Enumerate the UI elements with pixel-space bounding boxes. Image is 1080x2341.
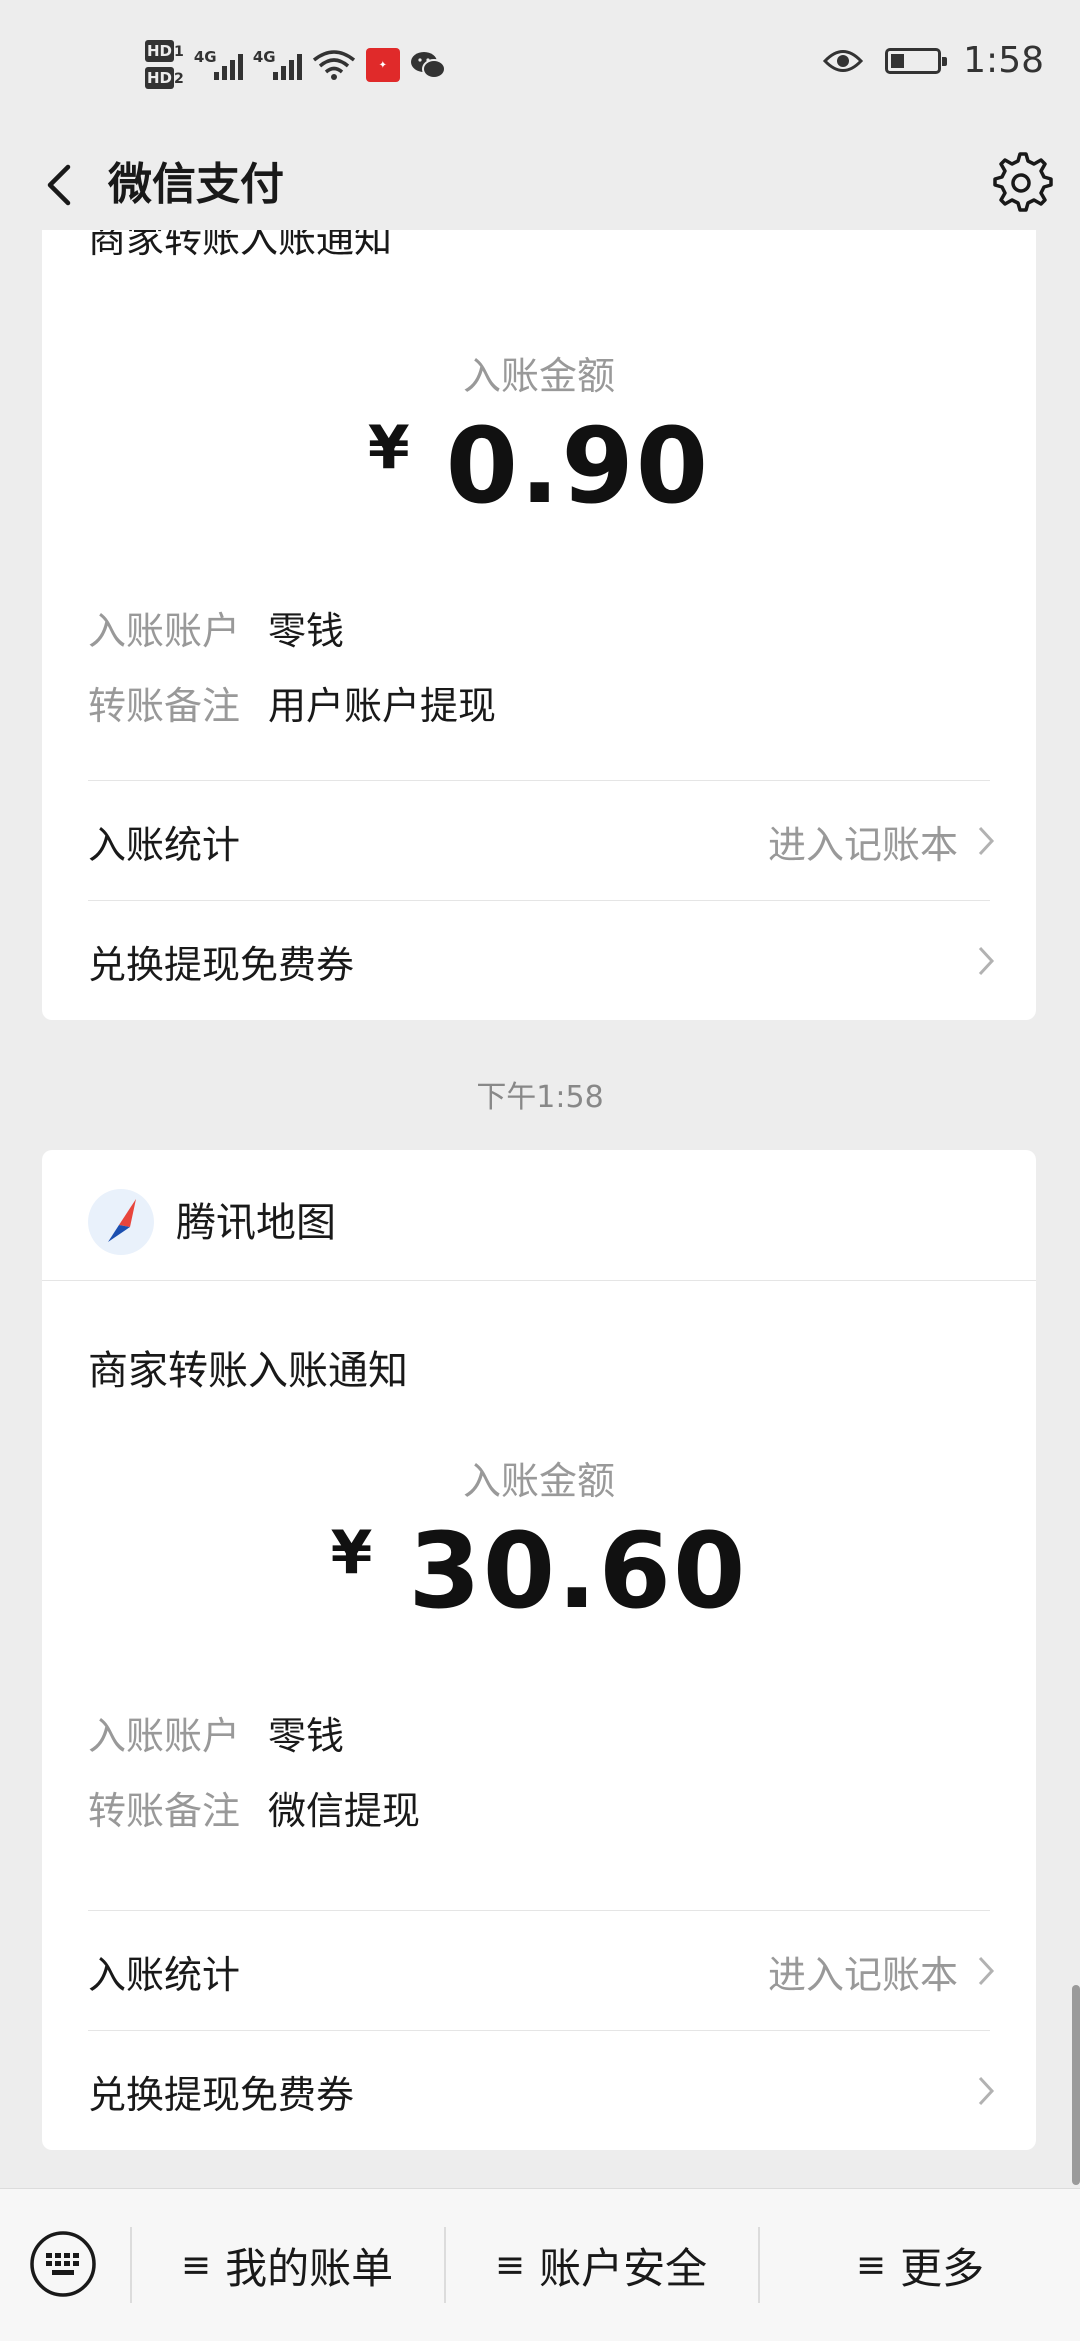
account-key: 入账账户: [88, 1714, 241, 1758]
remark-row: 转账备注 用户账户提现: [88, 675, 496, 730]
chevron-right-icon: [978, 946, 995, 976]
remark-value: 用户账户提现: [268, 684, 497, 728]
remark-value: 微信提现: [268, 1789, 421, 1833]
transfer-notification-card: 腾讯地图 商家转账入账通知 入账金额 ¥30.60 入账账户 零钱 转账备注 微…: [42, 1150, 1036, 2150]
stats-link: 进入记账本: [767, 1952, 958, 1997]
amount: ¥30.60: [42, 1510, 1036, 1632]
coupon-row[interactable]: 兑换提现免费券: [88, 906, 996, 1016]
chevron-right-icon: [978, 826, 995, 856]
amount-label: 入账金额: [462, 1459, 615, 1503]
account-value: 零钱: [268, 1714, 345, 1758]
stats-row[interactable]: 入账统计 进入记账本: [88, 786, 996, 896]
nav-bar: 微信支付: [0, 130, 1080, 240]
status-time: 1:58: [963, 40, 1044, 81]
currency-symbol: ¥: [330, 1518, 375, 1588]
hd-icon: HD 1 HD 2: [145, 40, 184, 90]
status-icons-left: HD 1 HD 2 4G 4G ✦: [145, 30, 446, 100]
back-arrow-icon[interactable]: [30, 150, 90, 220]
notification-icon: ✦: [365, 48, 400, 82]
amount: ¥0.90: [42, 405, 1036, 527]
menu-icon: ≡: [180, 2244, 212, 2286]
eye-icon: [823, 49, 864, 72]
account-row: 入账账户 零钱: [88, 1705, 344, 1760]
divider: [88, 2030, 990, 2031]
card-title: 商家转账入账通知: [88, 1348, 408, 1394]
stats-link-wrap: 进入记账本: [768, 1944, 996, 1999]
chevron-right-icon: [978, 1956, 995, 1986]
page-title: 微信支付: [108, 159, 284, 210]
menu-more[interactable]: ≡ 更多: [760, 2189, 1080, 2341]
stats-row[interactable]: 入账统计 进入记账本: [88, 1916, 996, 2026]
chevron-right-icon: [978, 2076, 995, 2106]
menu-icon: ≡: [855, 2244, 887, 2286]
menu-label: 更多: [900, 2243, 985, 2293]
hd2-label: HD: [145, 67, 175, 89]
coupon-label: 兑换提现免费券: [88, 942, 355, 987]
hd1-label: HD: [145, 40, 175, 62]
menu-icon: ≡: [494, 2244, 526, 2286]
divider: [88, 780, 990, 781]
source-name: 腾讯地图: [176, 1200, 336, 1246]
account-row: 入账账户 零钱: [88, 600, 344, 655]
account-value: 零钱: [268, 609, 345, 653]
status-icons-right: 1:58: [823, 40, 1044, 81]
network-type-1: 4G: [193, 48, 217, 66]
menu-my-bills[interactable]: ≡ 我的账单: [132, 2189, 442, 2341]
hd1-sub: 1: [174, 44, 184, 60]
message-timestamp: 下午1:58: [476, 1080, 604, 1115]
tencent-map-logo-icon: [88, 1189, 154, 1255]
menu-label: 我的账单: [225, 2243, 394, 2293]
battery-icon: [885, 47, 948, 74]
stats-link: 进入记账本: [767, 822, 958, 867]
coupon-label: 兑换提现免费券: [88, 2072, 355, 2117]
stats-label: 入账统计: [88, 1952, 241, 1997]
stats-link-wrap: 进入记账本: [768, 814, 996, 869]
divider: [88, 900, 990, 901]
hd2-sub: 2: [174, 71, 184, 87]
currency-symbol: ¥: [367, 413, 412, 483]
card-title: 商家转账入账通知: [88, 230, 393, 261]
signal-icon: 4G: [193, 48, 243, 80]
signal-icon: 4G: [252, 48, 302, 80]
stats-label: 入账统计: [88, 822, 241, 867]
amount-label: 入账金额: [462, 354, 615, 398]
scrollbar[interactable]: [1072, 1985, 1080, 2185]
amount-value: 30.60: [408, 1510, 748, 1632]
bottom-menu-bar: ≡ 我的账单 ≡ 账户安全 ≡ 更多: [0, 2188, 1080, 2341]
status-bar: HD 1 HD 2 4G 4G ✦ 1:58: [0, 0, 1080, 130]
remark-key: 转账备注: [88, 1789, 241, 1833]
divider: [88, 1910, 990, 1911]
wifi-icon: [312, 50, 355, 80]
menu-label: 账户安全: [539, 2243, 708, 2293]
transfer-notification-card: 商家转账入账通知 入账金额 ¥0.90 入账账户 零钱 转账备注 用户账户提现 …: [42, 230, 1036, 1020]
amount-value: 0.90: [445, 405, 711, 527]
keyboard-icon[interactable]: [28, 2229, 98, 2299]
remark-row: 转账备注 微信提现: [88, 1780, 420, 1835]
gear-icon[interactable]: [986, 146, 1056, 216]
account-key: 入账账户: [88, 609, 241, 653]
source-header[interactable]: 腾讯地图: [42, 1150, 1036, 1281]
network-type-2: 4G: [252, 48, 276, 66]
coupon-row[interactable]: 兑换提现免费券: [88, 2036, 996, 2146]
wechat-icon: [410, 52, 446, 79]
remark-key: 转账备注: [88, 684, 241, 728]
menu-account-security[interactable]: ≡ 账户安全: [446, 2189, 756, 2341]
